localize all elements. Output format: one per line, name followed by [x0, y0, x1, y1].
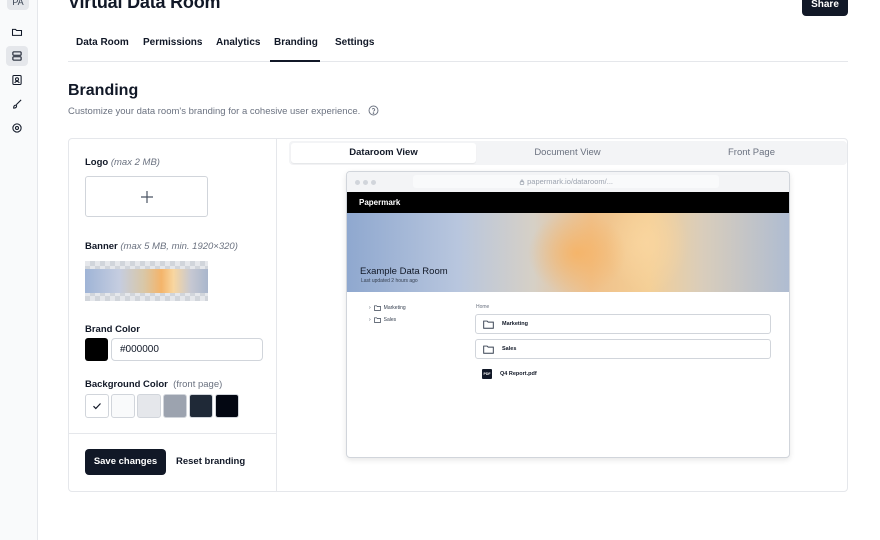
server-icon[interactable]: [6, 46, 28, 66]
preview-breadcrumb: Home: [476, 304, 490, 310]
background-color-label: Background Color (front page): [85, 379, 223, 390]
preview-view-switcher: Dataroom View Document View Front Page: [289, 141, 847, 165]
bg-swatch-gray-950[interactable]: [215, 394, 239, 418]
tab-bar: Data Room Permissions Analytics Branding…: [68, 36, 848, 62]
branding-form: Logo (max 2 MB) Banner (max 5 MB, min. 1…: [69, 139, 277, 491]
background-color-swatches: [85, 394, 239, 418]
share-button[interactable]: Share: [802, 0, 848, 16]
preview-room-updated: Last updated 2 hours ago: [361, 278, 418, 284]
list-item: Sales: [475, 339, 771, 359]
branding-card: Logo (max 2 MB) Banner (max 5 MB, min. 1…: [68, 138, 848, 492]
form-divider: [69, 433, 276, 434]
logo-upload[interactable]: [85, 176, 208, 217]
section-subtitle: Customize your data room's branding for …: [68, 106, 361, 117]
tab-data-room[interactable]: Data Room: [72, 36, 133, 62]
save-changes-button[interactable]: Save changes: [85, 449, 166, 475]
contact-icon[interactable]: [6, 70, 28, 90]
bg-swatch-gray-50[interactable]: [111, 394, 135, 418]
folder-icon[interactable]: [6, 22, 28, 42]
logo-label: Logo (max 2 MB): [85, 157, 160, 168]
check-icon: [93, 403, 101, 410]
window-dot: [371, 180, 376, 185]
background-color-hint: (front page): [173, 379, 223, 390]
dataroom-preview: papermark.io/dataroom/... Papermark Exam…: [346, 171, 790, 458]
window-dot: [363, 180, 368, 185]
list-item: Marketing: [475, 314, 771, 334]
avatar[interactable]: PA: [7, 0, 29, 10]
tab-analytics[interactable]: Analytics: [212, 36, 264, 62]
logo-hint: (max 2 MB): [110, 157, 160, 168]
preview-url: papermark.io/dataroom/...: [413, 175, 719, 188]
section-title: Branding: [68, 82, 139, 99]
banner-label: Banner (max 5 MB, min. 1920×320): [85, 241, 238, 252]
folder-icon: [373, 317, 381, 323]
help-icon[interactable]: [368, 105, 379, 116]
tab-permissions[interactable]: Permissions: [139, 36, 206, 62]
tree-item: › Marketing: [369, 305, 406, 311]
brand-color-swatch[interactable]: [85, 338, 108, 361]
banner-upload[interactable]: [85, 261, 208, 301]
brand-color-input[interactable]: #000000: [111, 338, 263, 361]
folder-icon: [373, 305, 381, 311]
tab-dataroom-view[interactable]: Dataroom View: [291, 143, 476, 163]
preview-room-title: Example Data Room: [360, 266, 448, 277]
chevron-right-icon: ›: [369, 317, 371, 323]
folder-icon: [483, 320, 494, 329]
bg-swatch-gray-800[interactable]: [189, 394, 213, 418]
tab-settings[interactable]: Settings: [331, 36, 378, 62]
preview-navbar: [347, 192, 789, 213]
folder-icon: [483, 345, 494, 354]
page-title: Virtual Data Room: [68, 0, 221, 12]
tree-item: › Sales: [369, 317, 397, 323]
brush-icon[interactable]: [6, 94, 28, 114]
chevron-right-icon: ›: [369, 305, 371, 311]
tab-front-page[interactable]: Front Page: [659, 143, 844, 163]
left-rail: PA: [0, 0, 38, 540]
banner-preview-image: [85, 269, 208, 293]
bg-swatch-white[interactable]: [85, 394, 109, 418]
brand-color-label: Brand Color: [85, 324, 140, 335]
reset-branding-button[interactable]: Reset branding: [176, 449, 245, 475]
plus-icon: [140, 190, 153, 203]
bg-swatch-gray-200[interactable]: [137, 394, 161, 418]
window-dot: [355, 180, 360, 185]
settings-cog-icon[interactable]: [6, 118, 28, 138]
bg-swatch-gray-400[interactable]: [163, 394, 187, 418]
tab-branding[interactable]: Branding: [270, 36, 320, 62]
banner-hint: (max 5 MB, min. 1920×320): [120, 241, 238, 252]
list-item: PDF Q4 Report.pdf: [482, 369, 537, 379]
pdf-file-icon: PDF: [482, 369, 492, 379]
preview-brand: Papermark: [359, 198, 401, 207]
tab-document-view[interactable]: Document View: [475, 143, 660, 163]
lock-icon: [519, 179, 525, 185]
